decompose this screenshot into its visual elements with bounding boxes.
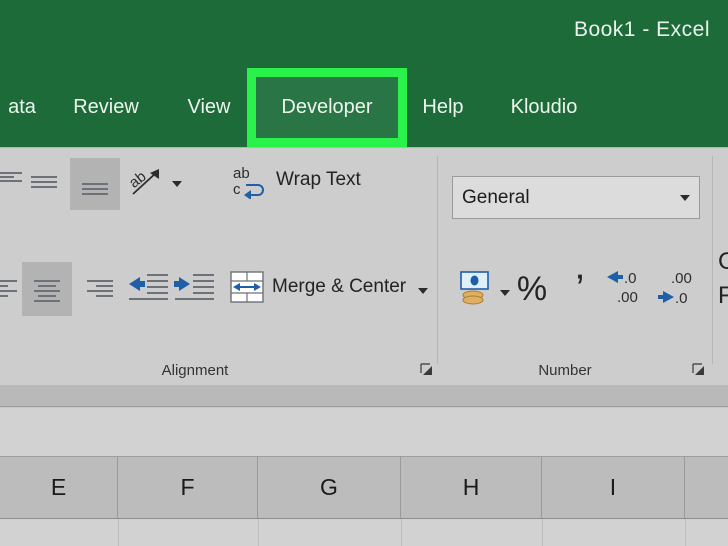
document-title: Book1 - Excel — [573, 18, 710, 41]
align-right-icon — [87, 278, 113, 300]
decrease-decimal-icon: .00 .0 — [657, 267, 703, 312]
tab-data-label: ata — [8, 96, 36, 118]
formula-bar-area[interactable] — [0, 407, 728, 457]
svg-text:c: c — [233, 181, 241, 198]
tab-kloudio[interactable]: Kloudio — [500, 68, 588, 147]
wrap-text-label: Wrap Text — [276, 169, 361, 190]
number-group-label: Number — [538, 362, 592, 379]
grid-line-i — [542, 519, 543, 546]
column-header-h[interactable]: H — [401, 457, 542, 518]
tab-data[interactable]: ata — [0, 68, 44, 147]
styles-group-line2: F — [718, 282, 728, 309]
increase-decimal-icon: .0 .00 — [605, 267, 651, 312]
tab-kloudio-label: Kloudio — [510, 96, 578, 118]
number-format-value: General — [462, 186, 530, 208]
increase-indent-icon — [173, 272, 215, 307]
merge-and-center-label: Merge & Center — [272, 276, 407, 297]
decrease-indent-icon — [127, 272, 169, 307]
comma-icon: ’ — [575, 267, 585, 311]
number-format-select[interactable]: General — [452, 176, 700, 219]
column-header-e[interactable]: E — [0, 457, 118, 518]
worksheet-grid[interactable] — [0, 519, 728, 546]
ribbon-tab-strip: ata Review View Developer Help Kloudio — [0, 68, 728, 186]
grid-line-h — [401, 519, 402, 546]
money-icon — [459, 269, 499, 310]
tab-review-label: Review — [73, 96, 139, 118]
alignment-group-label: Alignment — [161, 362, 229, 379]
align-bottom-button[interactable] — [70, 158, 120, 210]
title-and-ribbon-tabs-band: Book1 - Excel ata Review View Developer … — [0, 0, 728, 186]
tab-help-label: Help — [422, 96, 464, 118]
align-top-icon — [0, 172, 22, 194]
group-separator-number-styles — [712, 156, 713, 364]
orientation-ab-icon: ab — [126, 164, 163, 203]
svg-text:.00: .00 — [671, 270, 692, 287]
column-header-i[interactable]: I — [542, 457, 685, 518]
align-top-button[interactable] — [0, 162, 24, 204]
number-dialog-launcher[interactable] — [692, 363, 706, 377]
column-header-f[interactable]: F — [118, 457, 258, 518]
wrap-text-button[interactable]: ab c — [230, 160, 272, 206]
align-center-button[interactable] — [22, 262, 72, 316]
percent-icon: % — [516, 270, 548, 308]
column-headers-row: E F G H I — [0, 457, 728, 519]
decrease-indent-button[interactable] — [126, 266, 170, 312]
accounting-format-caret-icon[interactable] — [500, 290, 510, 296]
align-left-icon — [0, 278, 17, 300]
orientation-button[interactable]: ab — [126, 160, 166, 206]
grid-line-g — [258, 519, 259, 546]
ribbon-collapse-band — [0, 385, 728, 407]
column-header-i-label: I — [609, 474, 617, 500]
tab-help[interactable]: Help — [414, 68, 472, 147]
column-header-g[interactable]: G — [258, 457, 401, 518]
alignment-dialog-launcher[interactable] — [420, 363, 434, 377]
styles-group-line1: C — [718, 248, 728, 275]
increase-indent-button[interactable] — [172, 266, 216, 312]
comma-style-button[interactable]: ’ — [560, 266, 600, 312]
tab-view[interactable]: View — [180, 68, 238, 147]
column-header-j-partial[interactable] — [685, 457, 728, 518]
tab-developer[interactable]: Developer — [247, 68, 407, 147]
align-middle-button[interactable] — [22, 162, 66, 204]
align-right-button[interactable] — [80, 266, 120, 312]
increase-decimal-button[interactable]: .0 .00 — [604, 266, 652, 312]
group-separator-alignment-number — [437, 156, 438, 364]
align-left-button[interactable] — [0, 266, 18, 312]
orientation-caret-icon[interactable] — [172, 181, 182, 187]
grid-line-j — [685, 519, 686, 546]
title-bar: Book1 - Excel — [0, 0, 728, 68]
grid-line-f — [118, 519, 119, 546]
decrease-decimal-button[interactable]: .00 .0 — [656, 266, 704, 312]
ribbon-body: ab ab c Wrap Text Merge & Center Alignme… — [0, 147, 728, 385]
column-header-f-label: F — [180, 474, 195, 500]
wrap-text-icon: ab c — [232, 163, 270, 204]
merge-and-center-button[interactable] — [226, 266, 268, 312]
tab-developer-label: Developer — [281, 96, 373, 118]
svg-text:.0: .0 — [624, 270, 637, 287]
merge-cells-icon — [230, 270, 264, 309]
merge-and-center-caret-icon[interactable] — [418, 288, 428, 294]
tab-view-label: View — [187, 96, 231, 118]
svg-text:ab: ab — [233, 165, 250, 182]
tab-review[interactable]: Review — [66, 68, 146, 147]
svg-text:.00: .00 — [617, 289, 638, 306]
align-center-icon — [34, 278, 60, 302]
chevron-down-icon — [680, 194, 690, 201]
align-bottom-icon — [82, 173, 108, 195]
excel-window: Book1 - Excel ata Review View Developer … — [0, 0, 728, 546]
accounting-number-format-button[interactable] — [456, 266, 502, 312]
align-middle-icon — [31, 172, 57, 194]
svg-text:.0: .0 — [675, 290, 688, 307]
percent-style-button[interactable]: % — [512, 266, 552, 312]
column-header-h-label: H — [462, 474, 480, 500]
column-header-e-label: E — [50, 474, 67, 500]
column-header-g-label: G — [320, 474, 338, 500]
